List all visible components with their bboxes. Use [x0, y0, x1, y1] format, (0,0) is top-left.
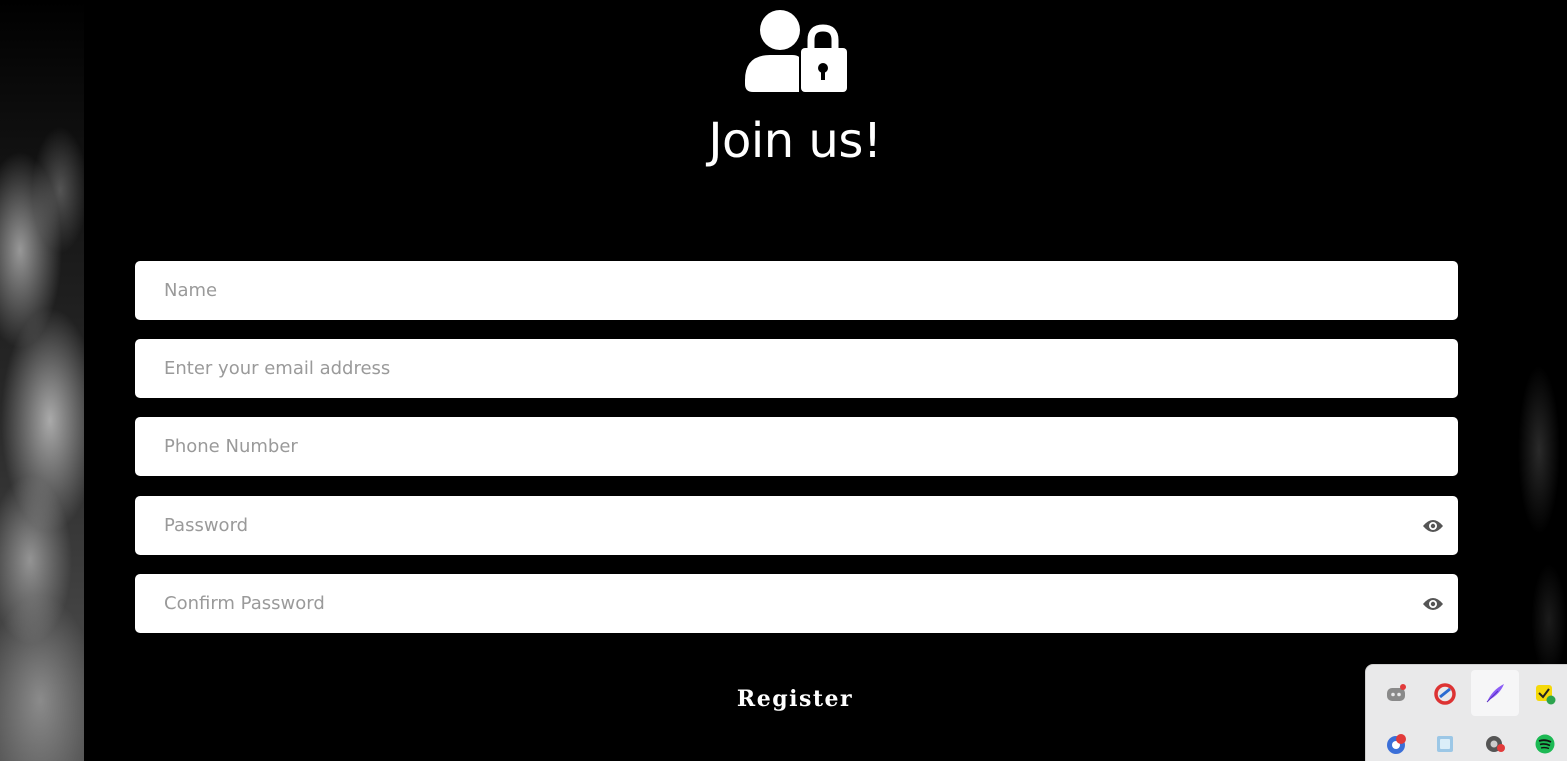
eye-icon[interactable]: [1422, 596, 1444, 612]
spotify-icon[interactable]: [1521, 721, 1567, 761]
phone-input[interactable]: [135, 417, 1458, 476]
registration-page: Join us! Register: [0, 0, 1567, 761]
password-field-container: [135, 496, 1458, 555]
email-input[interactable]: [135, 339, 1458, 398]
discord-icon[interactable]: [1372, 671, 1420, 717]
confirm-password-field-container: [135, 574, 1458, 633]
register-button[interactable]: Register: [0, 686, 1567, 712]
phone-field-container: [135, 417, 1458, 476]
page-title: Join us!: [708, 113, 882, 169]
ccleaner-icon[interactable]: [1421, 671, 1469, 717]
chrome-notification-icon[interactable]: [1372, 721, 1420, 761]
user-lock-icon: [745, 10, 847, 92]
checklist-icon[interactable]: [1521, 671, 1567, 717]
password-input[interactable]: [135, 496, 1458, 555]
feather-icon[interactable]: [1471, 670, 1519, 716]
webcam-icon[interactable]: [1471, 721, 1519, 761]
name-field-container: [135, 261, 1458, 320]
confirm-password-input[interactable]: [135, 574, 1458, 633]
eye-icon[interactable]: [1422, 518, 1444, 534]
system-tray-popup: [1365, 664, 1567, 761]
email-field-container: [135, 339, 1458, 398]
files-icon[interactable]: [1421, 721, 1469, 761]
name-input[interactable]: [135, 261, 1458, 320]
